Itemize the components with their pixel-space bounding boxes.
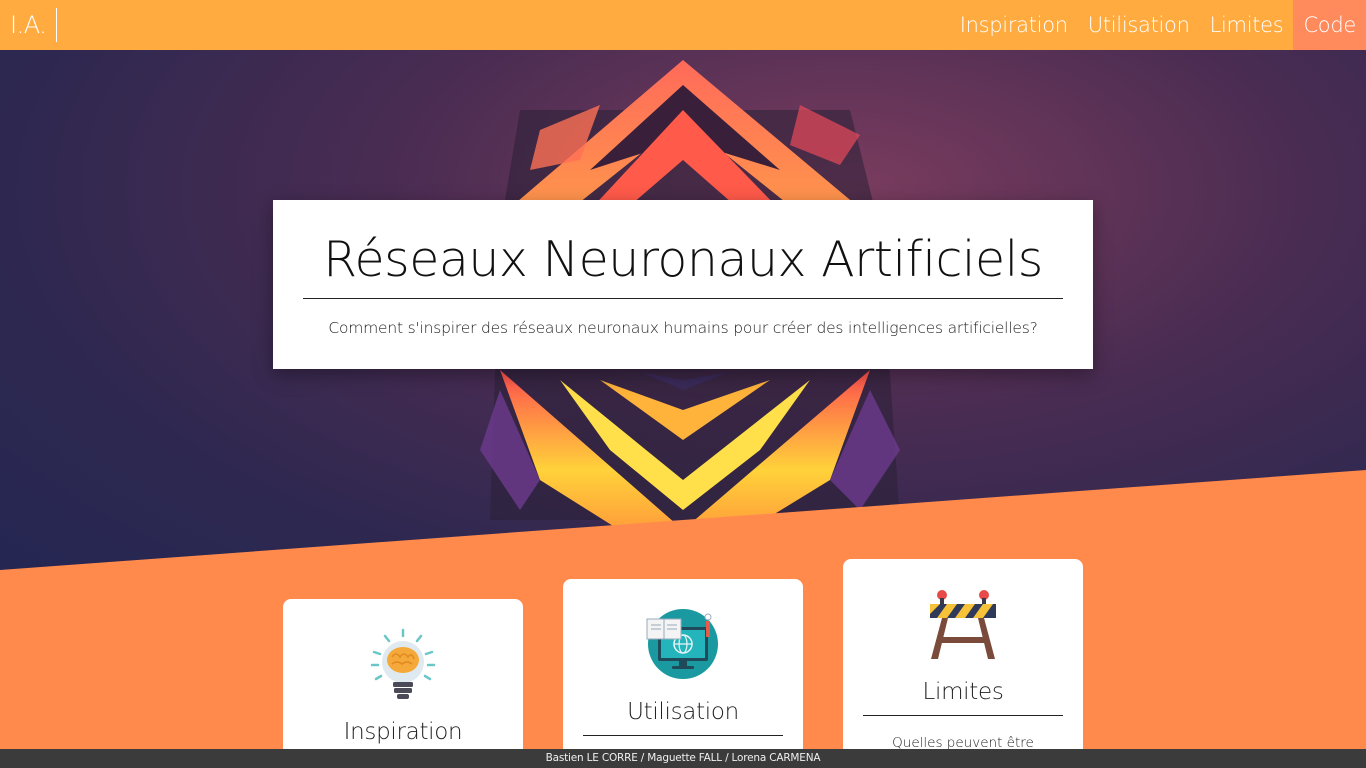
- lightbulb-brain-icon: [370, 628, 436, 699]
- page-title: Réseaux Neuronaux Artificiels: [303, 232, 1063, 299]
- nav-link-limites[interactable]: Limites: [1200, 0, 1294, 50]
- computer-globe-icon: [646, 609, 718, 679]
- card-utilisation[interactable]: Utilisation: [563, 579, 803, 768]
- navbar: I.A. Inspiration Utilisation Limites Cod…: [0, 0, 1366, 50]
- nav-link-utilisation[interactable]: Utilisation: [1078, 0, 1200, 50]
- nav-link-inspiration[interactable]: Inspiration: [950, 0, 1078, 50]
- hero-title-panel: Réseaux Neuronaux Artificiels Comment s'…: [273, 200, 1093, 369]
- nav-link-code[interactable]: Code: [1293, 0, 1366, 50]
- nav-links: Inspiration Utilisation Limites Code: [950, 0, 1366, 50]
- card-limites[interactable]: Limites Quelles peuvent être: [843, 559, 1083, 768]
- page-subtitle: Comment s'inspirer des réseaux neuronaux…: [328, 319, 1038, 337]
- card-title-utilisation: Utilisation: [583, 699, 783, 736]
- brand-logo[interactable]: I.A.: [10, 8, 58, 42]
- card-title-limites: Limites: [863, 679, 1063, 716]
- road-barrier-icon: [930, 590, 996, 659]
- footer-credits: Bastien LE CORRE / Maguette FALL / Loren…: [0, 749, 1366, 768]
- card-inspiration[interactable]: Inspiration: [283, 599, 523, 768]
